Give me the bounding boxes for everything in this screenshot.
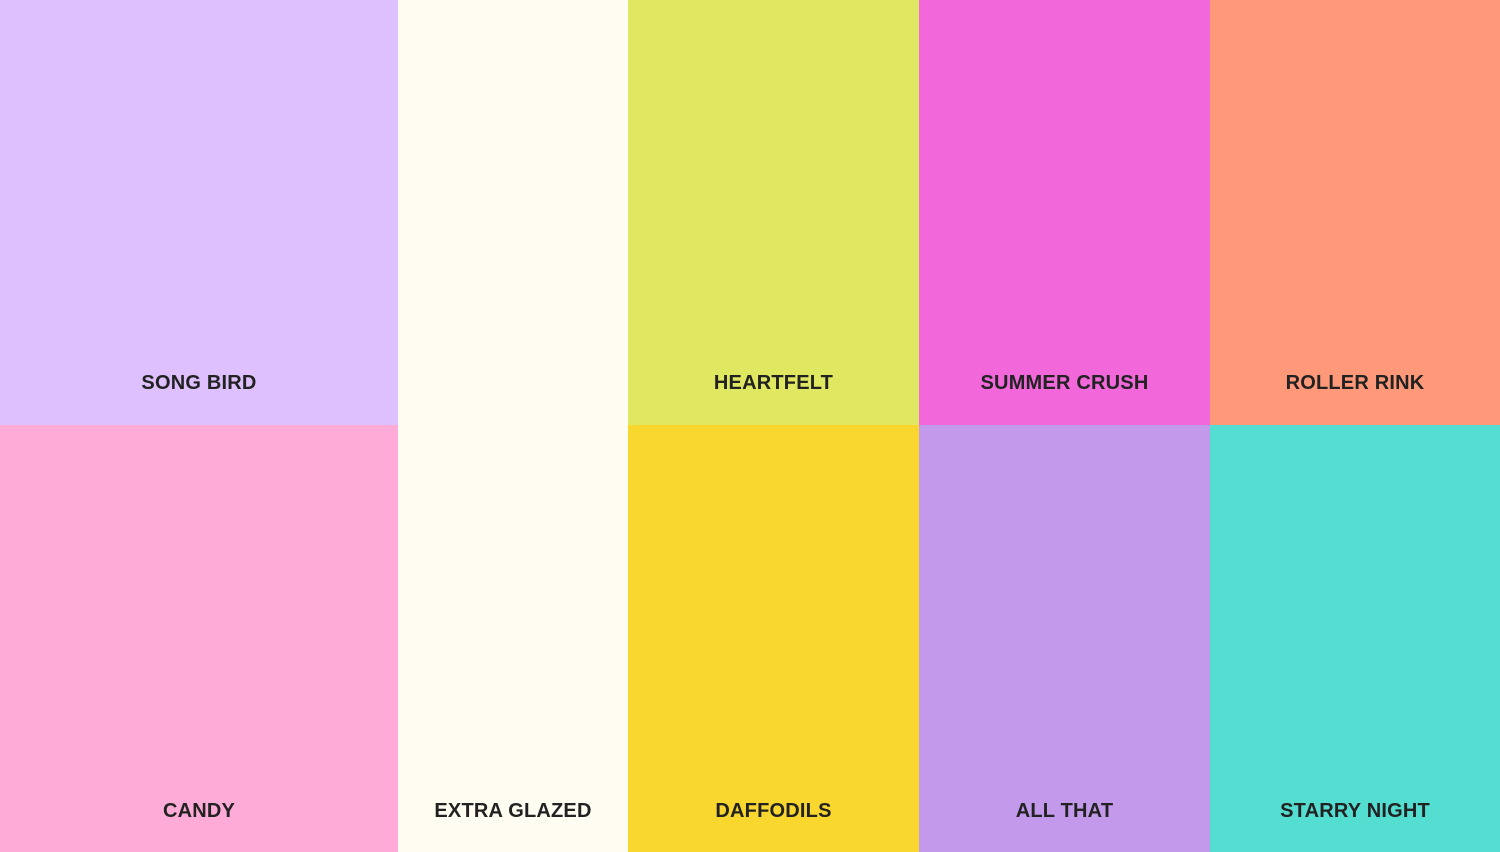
swatch-label: STARRY NIGHT bbox=[1280, 800, 1430, 822]
swatch-label: HEARTFELT bbox=[713, 372, 834, 394]
swatch-label: SONG BIRD bbox=[141, 372, 257, 394]
color-palette: SONG BIRD CANDY EXTRA GLAZED HEARTFELT D… bbox=[0, 0, 1500, 852]
swatch-heartfelt: HEARTFELT bbox=[628, 0, 919, 425]
swatch-label: DAFFODILS bbox=[715, 800, 832, 822]
swatch-label: SUMMER CRUSH bbox=[980, 372, 1149, 394]
swatch-daffodils: DAFFODILS bbox=[628, 425, 919, 852]
swatch-all-that: ALL THAT bbox=[919, 425, 1210, 852]
swatch-extra-glazed: EXTRA GLAZED bbox=[398, 0, 628, 852]
swatch-roller-rink: ROLLER RINK bbox=[1210, 0, 1500, 425]
swatch-starry-night: STARRY NIGHT bbox=[1210, 425, 1500, 852]
swatch-label: EXTRA GLAZED bbox=[434, 800, 592, 822]
swatch-label: ALL THAT bbox=[1015, 800, 1114, 822]
swatch-label: CANDY bbox=[162, 800, 236, 822]
swatch-summer-crush: SUMMER CRUSH bbox=[919, 0, 1210, 425]
swatch-song-bird: SONG BIRD bbox=[0, 0, 398, 425]
swatch-candy: CANDY bbox=[0, 425, 398, 852]
swatch-label: ROLLER RINK bbox=[1285, 372, 1425, 394]
